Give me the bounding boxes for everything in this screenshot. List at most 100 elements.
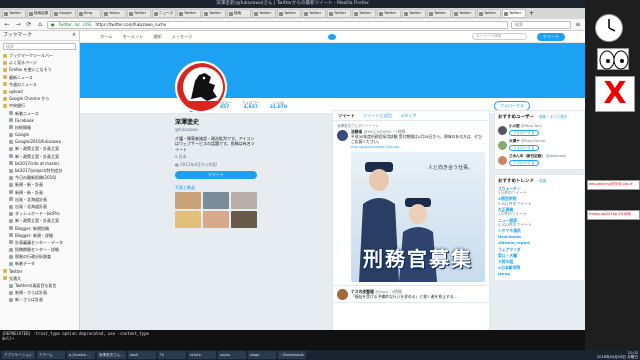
- note-widget[interactable]: dep-add-my@@@.org.rf: [587, 180, 640, 190]
- bookmark-item[interactable]: 新着ニュース: [0, 110, 79, 117]
- nav-moments[interactable]: モーメント: [122, 34, 143, 40]
- bookmark-item[interactable]: Blogger: 新規投稿: [0, 225, 79, 232]
- back-icon[interactable]: ←: [3, 21, 11, 29]
- taskbar-button[interactable]: Tk: [157, 351, 186, 359]
- reload-icon[interactable]: ⟳: [25, 21, 33, 29]
- tweet-link[interactable]: moj.go.jp/kyousei1/kyous...: [351, 144, 485, 149]
- avatar[interactable]: [498, 140, 507, 150]
- bookmark-item[interactable]: 新着データ: [0, 260, 79, 267]
- tab[interactable]: Twitter: [402, 9, 426, 18]
- taskbar-button[interactable]: xlogo: [247, 351, 276, 359]
- bookmark-item[interactable]: 新規・新・計画: [0, 181, 79, 188]
- bookmark-item[interactable]: Google Chrome から: [0, 95, 79, 102]
- taskbar-button[interactable]: アラーム: [36, 351, 65, 359]
- trend-item[interactable]: #Nishio_report: [498, 241, 581, 246]
- bookmark-item[interactable]: Twitterの真面目な発言: [0, 282, 79, 289]
- twitter-bird-icon[interactable]: [328, 33, 337, 40]
- bookmark-item[interactable]: 新・政策立案・計画立案: [0, 145, 79, 152]
- follow-button[interactable]: フォローする: [509, 129, 539, 136]
- bookmark-item[interactable]: 交通大: [0, 275, 79, 282]
- trend-item[interactable]: 宮口・大輔: [498, 253, 581, 259]
- bookmark-item[interactable]: ブックマークツールバー: [0, 52, 79, 59]
- tweet-author-avatar[interactable]: [337, 130, 348, 141]
- taskbar-button[interactable]: ~/Downloads: [277, 351, 306, 359]
- stat-followers[interactable]: フォロワー 4,937: [242, 101, 260, 110]
- search-input[interactable]: 検索: [511, 20, 571, 29]
- bookmark-item[interactable]: upload: [0, 88, 79, 95]
- url-bar[interactable]: ● Twitter, Inc. (US) https://twitter.com…: [47, 20, 508, 29]
- trend-item[interactable]: シオマネ漁民: [498, 229, 581, 234]
- avatar[interactable]: [498, 125, 507, 135]
- tab[interactable]: Twitter: [277, 9, 301, 18]
- tab[interactable]: 検索結果: [27, 9, 51, 18]
- profile-name[interactable]: 深澤塗史: [175, 119, 257, 127]
- bookmark-item[interactable]: 技術情報: [0, 124, 79, 131]
- media-thumbnail[interactable]: [175, 192, 201, 209]
- tab[interactable]: Twitter: [352, 9, 376, 18]
- bookmark-item[interactable]: 今週のニュース: [0, 81, 79, 88]
- note-widget[interactable]: tmsay-ap2018p 2018年: [587, 210, 640, 220]
- tab[interactable]: Twitter: [202, 9, 226, 18]
- trend-item[interactable]: #関西学院 3,541件のツイート: [498, 197, 581, 206]
- bookmark-item[interactable]: Google: [0, 131, 79, 138]
- bookmark-item[interactable]: 中央銀行: [0, 102, 79, 109]
- tab[interactable]: Twitter: [377, 9, 401, 18]
- bookmark-item[interactable]: 最新ニュース: [0, 74, 79, 81]
- bookmark-item[interactable]: Google/2016/fukazawa: [0, 138, 79, 145]
- trend-item[interactable]: #日本新学院: [498, 265, 581, 271]
- taskbar-button[interactable]: xeyes: [217, 351, 246, 359]
- media-thumbnail[interactable]: [203, 211, 229, 228]
- bookmark-item[interactable]: 新規・さらば計画: [0, 289, 79, 296]
- nav-notifications[interactable]: 通知: [153, 34, 161, 40]
- avatar[interactable]: [175, 61, 227, 113]
- tab-tweets-replies[interactable]: ツイートと返信: [363, 111, 392, 120]
- tab[interactable]: Twitter: [127, 9, 151, 18]
- bookmark-item[interactable]: Firefox を使いこなそう: [0, 66, 79, 73]
- bookmark-item[interactable]: 新・政策立案・計画立案: [0, 217, 79, 224]
- avatar[interactable]: [498, 155, 507, 165]
- trend-item[interactable]: Hashimoto: [498, 235, 581, 240]
- bookmark-item[interactable]: 今日の最新投稿(2016): [0, 174, 79, 181]
- tab[interactable]: Twitter: [502, 9, 526, 18]
- home-icon[interactable]: ⌂: [36, 21, 44, 29]
- bookmark-item[interactable]: 新規・新・計画: [0, 189, 79, 196]
- trend-item[interactable]: スウォーチン 1万件のツイート: [498, 186, 581, 196]
- suggested-user[interactable]: 小川宏 @Takis-Toru フォローする: [498, 124, 581, 136]
- tweet-author-avatar[interactable]: [337, 289, 348, 300]
- follow-button[interactable]: フォローする: [509, 159, 539, 166]
- media-thumbnail[interactable]: [231, 211, 257, 228]
- suggested-user[interactable]: 三木ん中（新日記版） @mikinaka フォローする: [498, 154, 581, 166]
- taskbar-button[interactable]: アプリケーション: [2, 351, 35, 359]
- bookmark-item[interactable]: よく見るページ: [0, 59, 79, 66]
- bookmark-item[interactable]: Facebook: [0, 117, 79, 124]
- bookmark-item[interactable]: 出発・北海道計画: [0, 203, 79, 210]
- media-thumbnail[interactable]: [231, 192, 257, 209]
- taskbar-button[interactable]: bash: [127, 351, 156, 359]
- tab-media[interactable]: メディア: [400, 111, 416, 120]
- tab[interactable]: 検索: [227, 9, 251, 18]
- clock[interactable]: 21:02 2018年04月18日 月曜日: [597, 351, 638, 359]
- nav-home[interactable]: ホーム: [100, 34, 112, 40]
- follow-button[interactable]: フォローする: [509, 144, 539, 151]
- tab[interactable]: Yahoo: [102, 9, 126, 18]
- tab[interactable]: Bing: [77, 9, 101, 18]
- bookmark-item[interactable]: 出発・北海道計画: [0, 196, 79, 203]
- suggested-user[interactable]: 大澤十 @Suto-Fumio フォローする: [498, 139, 581, 151]
- tab[interactable]: Twitter: [2, 9, 26, 18]
- tab[interactable]: ニュース: [152, 9, 176, 18]
- trend-item[interactable]: 大将の話: [498, 259, 581, 265]
- compose-tweet-button[interactable]: ツイート: [537, 32, 565, 41]
- tab[interactable]: Twitter: [252, 9, 276, 18]
- profile-handle[interactable]: @fukazawa: [175, 127, 257, 133]
- tab[interactable]: Twitter: [452, 9, 476, 18]
- tab[interactable]: Twitter: [477, 9, 501, 18]
- bookmark-item[interactable]: 投稿期間センター・詳細: [0, 246, 79, 253]
- terminal[interactable]: [DEPRECATED] -trust_type option deprecat…: [0, 330, 585, 350]
- trend-item[interactable]: Jeong: [498, 271, 581, 277]
- taskbar-button[interactable]: xclock: [187, 351, 216, 359]
- bookmark-item[interactable]: Blogger: 新規・詳細: [0, 232, 79, 239]
- bookmark-item[interactable]: 計画審議センター・データ: [0, 239, 79, 246]
- tab[interactable]: Twitter: [302, 9, 326, 18]
- bookmark-item[interactable]: 新・政策立案・計画立案: [0, 153, 79, 160]
- menu-icon[interactable]: ≡: [574, 21, 582, 29]
